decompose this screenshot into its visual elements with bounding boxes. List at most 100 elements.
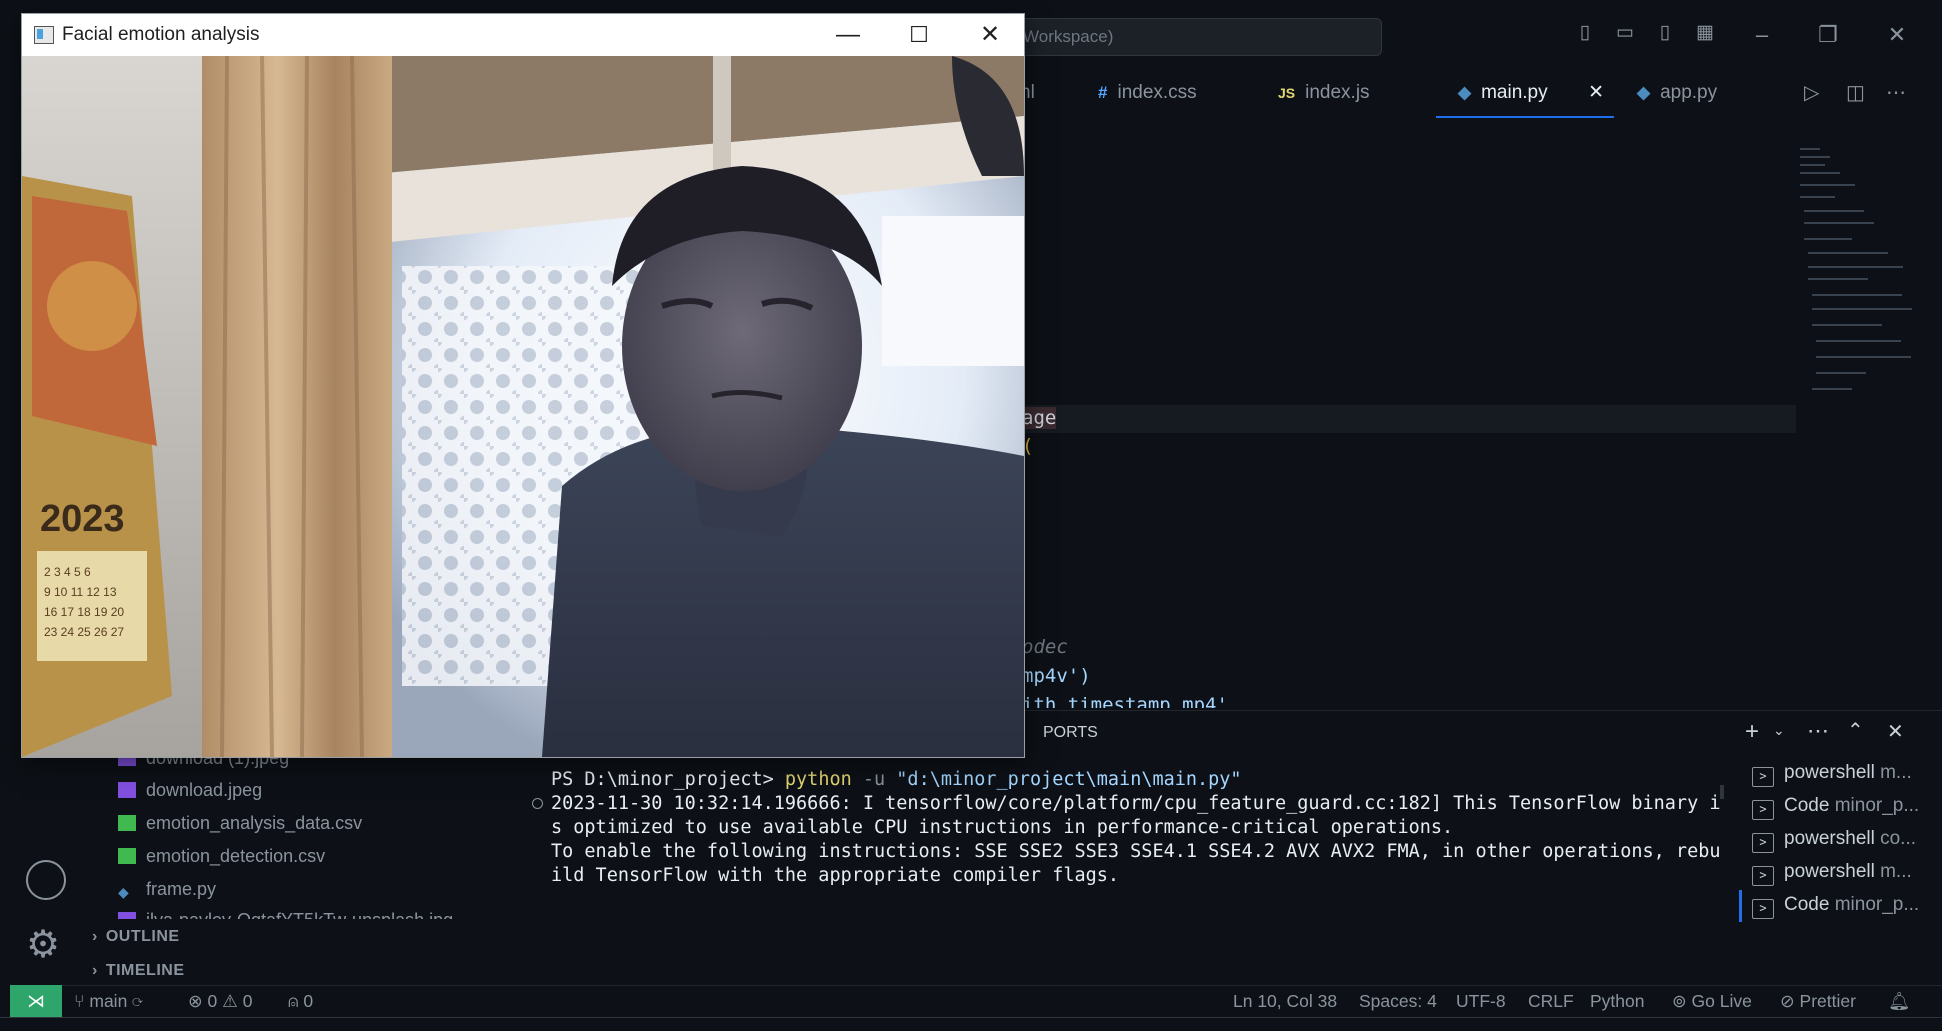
editor-tabs: nl # index.css JS index.js ◆ main.py ✕ ◆ app.… xyxy=(1020,70,1942,119)
tab-main-py[interactable]: ◆ main.py ✕ xyxy=(1436,70,1614,118)
webcam-frame-illustration: 2023 2 3 4 5 6 9 10 11 12 13 16 17 18 19… xyxy=(22,56,1024,757)
vscode-close-button[interactable]: ✕ xyxy=(1872,18,1922,52)
go-live[interactable]: ⊚ Go Live xyxy=(1672,991,1752,1012)
code-fragment: ith timestamp.mp4' xyxy=(1022,694,1228,708)
panel-more-icon[interactable]: ⋯ xyxy=(1807,718,1829,744)
tab-index-js[interactable]: JS index.js xyxy=(1278,70,1370,116)
window-title: Facial emotion analysis xyxy=(62,24,260,45)
remote-indicator[interactable]: ⋊ xyxy=(10,985,62,1017)
notifications-bell-icon[interactable]: 🔔︎ xyxy=(1888,991,1910,1012)
indentation[interactable]: Spaces: 4 xyxy=(1359,991,1437,1012)
command-decoration-icon[interactable] xyxy=(532,798,543,809)
customize-layout-icon[interactable]: ▦ xyxy=(1693,22,1717,44)
file-item[interactable]: download.jpeg xyxy=(118,775,262,805)
tab-ports[interactable]: PORTS xyxy=(1043,724,1098,742)
go-live-label: Go Live xyxy=(1691,991,1752,1011)
encoding[interactable]: UTF-8 xyxy=(1456,991,1506,1012)
broadcast-icon: ⊚ xyxy=(1672,991,1692,1011)
prettier-label: Prettier xyxy=(1799,991,1856,1011)
image-icon xyxy=(118,912,136,919)
file-item[interactable]: emotion_analysis_data.csv xyxy=(118,808,362,838)
terminal-name: powershell xyxy=(1784,762,1875,783)
csv-icon xyxy=(118,848,136,864)
terminal-sub: minor_p... xyxy=(1834,894,1920,915)
maximize-panel-icon[interactable]: ⌃ xyxy=(1847,718,1864,743)
run-icon[interactable]: ▷ xyxy=(1804,70,1819,116)
maximize-button[interactable]: ☐ xyxy=(887,14,951,56)
prettier-icon: ⊘ xyxy=(1780,991,1800,1011)
terminal-icon: > xyxy=(1752,833,1774,853)
terminal-list-item[interactable]: > powershell m... xyxy=(1752,762,1912,790)
tab-app-py[interactable]: ◆ app.py xyxy=(1637,70,1717,116)
terminal-line: ild TensorFlow with the appropriate comp… xyxy=(551,865,1120,886)
active-terminal-indicator xyxy=(1739,890,1742,922)
webcam-feed: 2023 2 3 4 5 6 9 10 11 12 13 16 17 18 19… xyxy=(22,56,1024,757)
terminal-list-item[interactable]: > powershell m... xyxy=(1752,861,1912,889)
terminal-list-item[interactable]: > powershell co... xyxy=(1752,828,1916,856)
file-name: ilya-pavlov-OqtafYT5kTw-unsplash.jpg xyxy=(146,910,453,919)
svg-text:9 10 11 12 13: 9 10 11 12 13 xyxy=(44,585,117,599)
terminal-name: Code xyxy=(1784,894,1830,915)
file-item[interactable]: ilya-pavlov-OqtafYT5kTw-unsplash.jpg xyxy=(118,905,453,919)
tab-label: app.py xyxy=(1660,82,1718,103)
terminal-scrollbar[interactable] xyxy=(1720,785,1724,799)
language-mode[interactable]: Python xyxy=(1590,991,1644,1012)
minimap[interactable] xyxy=(1800,148,1912,408)
accounts-icon[interactable] xyxy=(26,860,66,900)
more-actions-icon[interactable]: ⋯ xyxy=(1886,70,1906,116)
close-panel-icon[interactable]: ✕ xyxy=(1887,719,1904,744)
python-icon: ◆ xyxy=(1637,83,1651,102)
terminal-sub: m... xyxy=(1880,762,1912,783)
file-item[interactable]: ◆ frame.py xyxy=(118,874,216,904)
tab-index-css[interactable]: # index.css xyxy=(1098,70,1197,116)
terminal-name: powershell xyxy=(1784,828,1875,849)
ports-status[interactable]: ⍝ 0 xyxy=(288,991,313,1012)
file-item[interactable]: emotion_detection.csv xyxy=(118,841,325,871)
minimize-button[interactable]: — xyxy=(816,14,880,56)
cursor-position[interactable]: Ln 10, Col 38 xyxy=(1233,991,1337,1012)
close-button[interactable]: ✕ xyxy=(958,14,1022,56)
outline-section[interactable]: › OUTLINE xyxy=(92,928,180,946)
warning-count: 0 xyxy=(242,991,253,1011)
toggle-primary-sidebar-icon[interactable]: ▯ xyxy=(1573,22,1597,44)
new-terminal-icon[interactable]: + xyxy=(1745,718,1759,746)
command: python xyxy=(784,769,852,790)
timeline-section[interactable]: › TIMELINE xyxy=(92,962,185,980)
error-count: 0 xyxy=(207,991,218,1011)
settings-gear-icon[interactable]: ⚙ xyxy=(26,925,60,965)
prompt: PS D:\minor_project> xyxy=(551,769,774,790)
toggle-secondary-sidebar-icon[interactable]: ▯ xyxy=(1653,22,1677,44)
svg-text:2 3 4 5 6: 2 3 4 5 6 xyxy=(44,565,91,579)
outline-label: OUTLINE xyxy=(105,928,180,945)
prettier-status[interactable]: ⊘ Prettier xyxy=(1780,991,1856,1012)
chevron-down-icon[interactable]: ⌄ xyxy=(1773,722,1785,739)
chevron-right-icon: › xyxy=(92,962,98,979)
terminal-sub: co... xyxy=(1880,828,1917,849)
vscode-minimize-button[interactable]: – xyxy=(1737,18,1787,52)
problems-status[interactable]: ⊗ 0 ⚠ 0 xyxy=(188,991,252,1012)
terminal-list-item[interactable]: > Code minor_p... xyxy=(1752,795,1919,823)
branch-icon: ⑂ xyxy=(74,991,90,1011)
python-icon: ◆ xyxy=(1458,83,1472,102)
vscode-restore-button[interactable]: ❐ xyxy=(1803,18,1853,52)
csv-icon xyxy=(118,815,136,831)
warning-icon: ⚠ xyxy=(222,991,243,1011)
toggle-panel-icon[interactable]: ▭ xyxy=(1613,22,1637,44)
facial-emotion-window[interactable]: Facial emotion analysis — ☐ ✕ 2023 2 3 4… xyxy=(21,13,1025,758)
end-of-line[interactable]: CRLF xyxy=(1528,991,1574,1012)
command-center[interactable]: Workspace) xyxy=(1000,18,1382,56)
branch-name: main xyxy=(89,991,128,1011)
split-editor-icon[interactable]: ◫ xyxy=(1846,70,1865,116)
timeline-label: TIMELINE xyxy=(105,962,185,979)
terminal-line: 2023-11-30 10:32:14.196666: I tensorflow… xyxy=(551,793,1721,814)
tab-label: index.css xyxy=(1117,82,1197,103)
window-titlebar[interactable]: Facial emotion analysis — ☐ ✕ xyxy=(22,14,1024,56)
close-tab-icon[interactable]: ✕ xyxy=(1588,70,1604,116)
file-name: frame.py xyxy=(146,879,217,899)
svg-text:23 24 25 26 27: 23 24 25 26 27 xyxy=(44,625,124,639)
terminal-icon: > xyxy=(1752,800,1774,820)
terminal-list-item-active[interactable]: > Code minor_p... xyxy=(1752,894,1919,922)
chevron-right-icon: › xyxy=(92,928,98,945)
terminal-line: To enable the following instructions: SS… xyxy=(551,841,1721,862)
branch-status[interactable]: ⑂ main ⟳ xyxy=(74,991,143,1012)
